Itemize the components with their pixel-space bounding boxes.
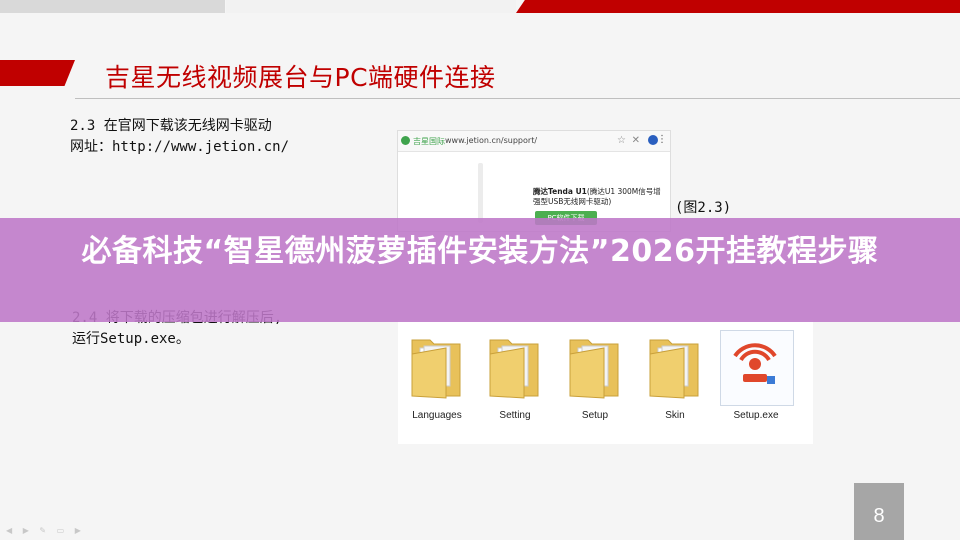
step-2-3-url-line: 网址：http://www.jetion.cn/ [70,139,290,155]
file-label: Setting [499,410,531,421]
title-ribbon [0,60,75,86]
folder-icon [489,339,539,399]
file-item-setting: Setting [478,330,552,434]
title-underline [75,98,960,99]
browser-url: www.jetion.cn/support/ [445,136,538,145]
bookmark-star-icon: ☆ [617,135,626,146]
headline-overlay-banner: 必备科技“智星德州菠萝插件安装方法”2026开挂教程步骤 [0,218,960,322]
figure-caption: (图2.3) [675,200,732,216]
folder-icon [569,339,619,399]
folder-icon [649,339,699,399]
usb-adapter-antenna-image [478,163,483,223]
browser-site-name: 吉星国际 [413,137,445,146]
menu-dots-icon: ⋮ [657,134,667,145]
overlay-headline: 必备科技“智星德州菠萝插件安装方法”2026开挂教程步骤 [81,234,879,269]
band-light-segment [226,0,516,13]
close-icon: ✕ [631,135,640,146]
file-label: Skin [665,410,685,421]
presentation-slide: 吉星无线视频展台与PC端硬件连接 2.3 在官网下载该无线网卡驱动 网址：htt… [0,0,960,540]
browser-address-bar: 吉星国际 www.jetion.cn/support/ ☆ ✕ ⋮ [398,131,670,152]
band-gray-segment [0,0,225,13]
product-description: 腾达Tenda U1(腾达U1 300M信号增强型USB无线网卡驱动) [533,187,667,207]
page-number: 8 [873,505,885,527]
file-item-skin: Skin [638,330,712,434]
band-red-segment [516,0,960,13]
extracted-files-window: Languages Setting Setup Skin Setup.exe [398,320,813,444]
file-item-setup-folder: Setup [558,330,632,434]
slide-title: 吉星无线视频展台与PC端硬件连接 [105,63,496,92]
step-2-4-line2: 运行Setup.exe。 [72,331,190,347]
step-2-3-line1: 2.3 在官网下载该无线网卡驱动 [70,118,272,134]
top-decorative-band [0,0,960,13]
step-2-3-text: 2.3 在官网下载该无线网卡驱动 网址：http://www.jetion.cn… [70,116,289,158]
slide-nav-controls[interactable]: ◀ ▶ ✎ ▭ ▶ [6,526,85,535]
file-label: Languages [412,410,462,421]
file-label: Setup.exe [733,410,779,421]
page-number-box: 8 [854,483,904,540]
product-title: 腾达Tenda U1 [533,187,587,196]
folder-icon [411,339,461,399]
tenda-setup-icon [733,343,777,384]
secure-site-icon [401,136,410,145]
file-item-languages: Languages [400,330,474,434]
browser-screenshot: 吉星国际 www.jetion.cn/support/ ☆ ✕ ⋮ 腾达Tend… [397,130,671,232]
file-label: Setup [581,410,609,421]
file-item-setup-exe: Setup.exe [719,330,793,434]
